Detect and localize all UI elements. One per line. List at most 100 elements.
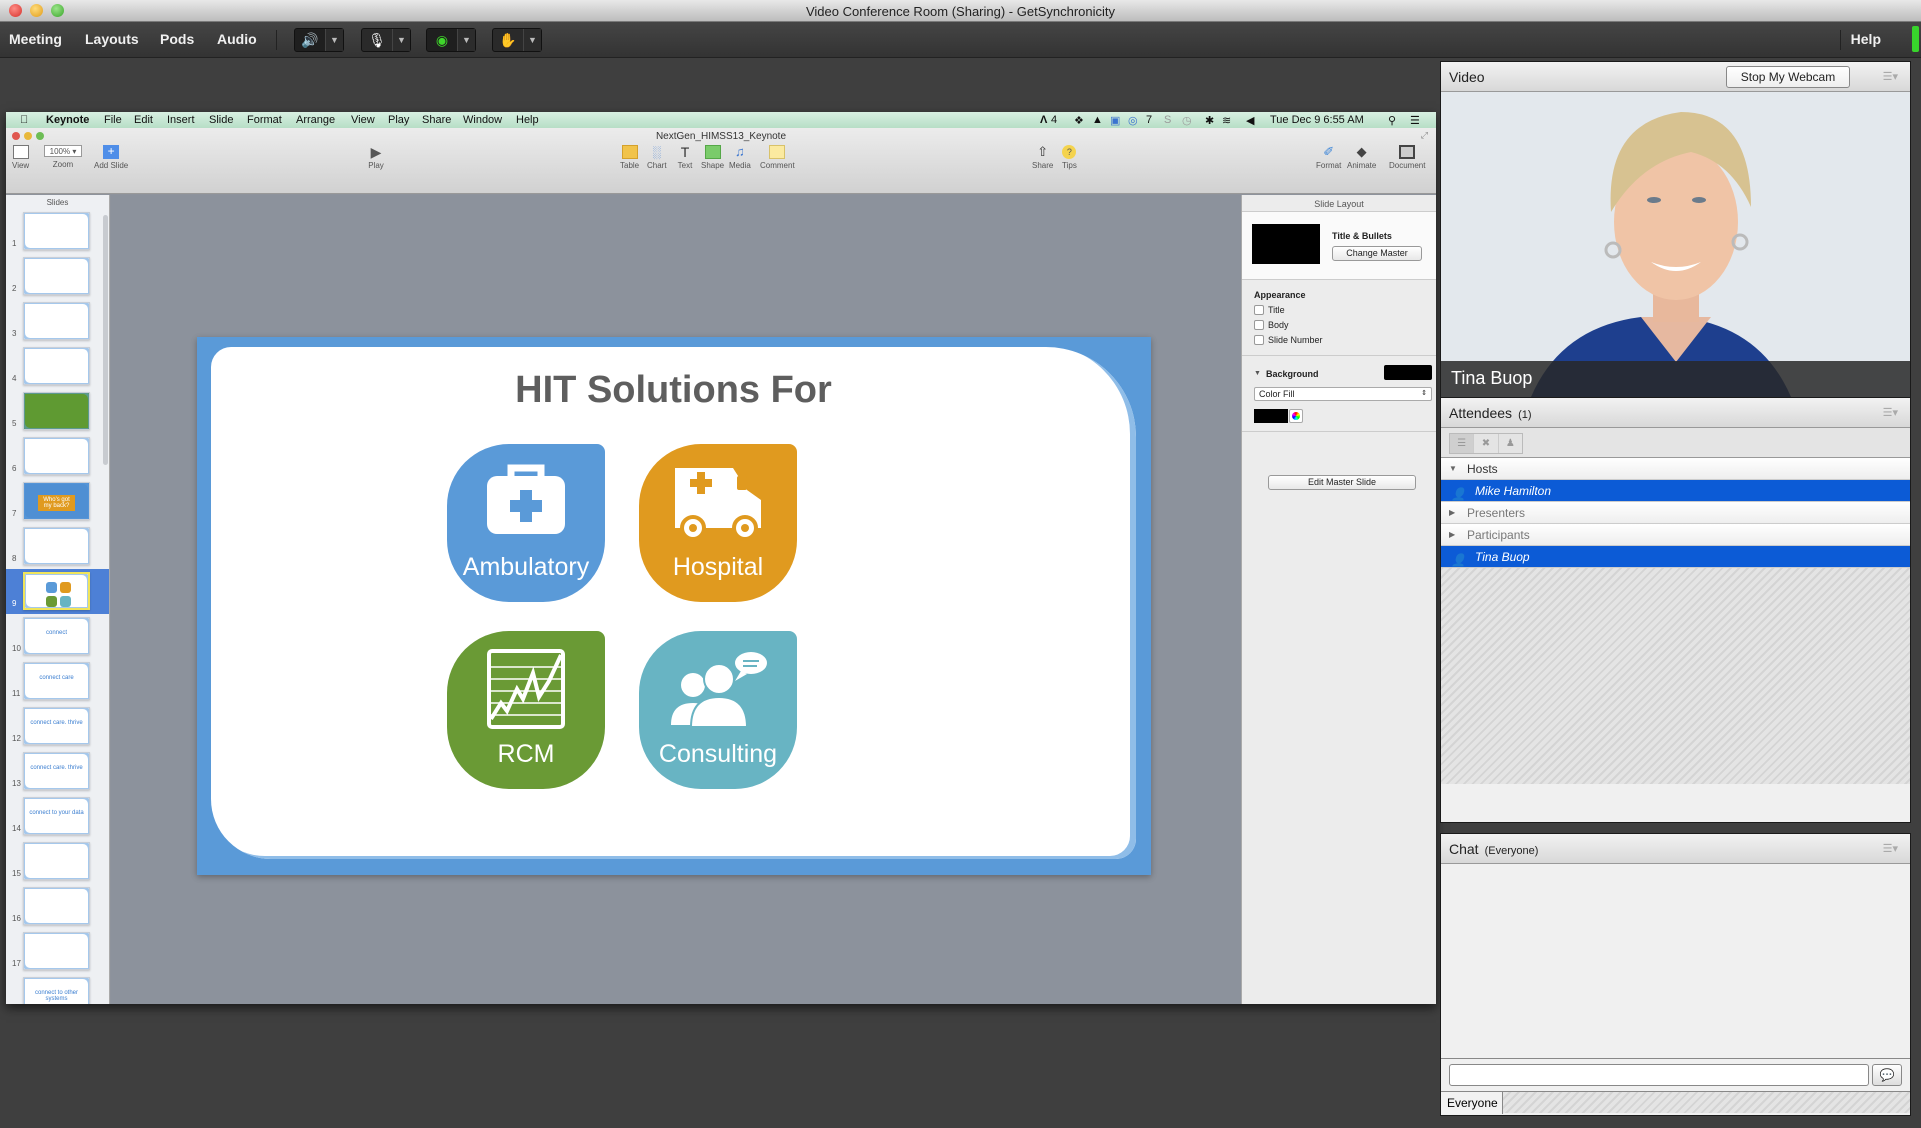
status-view-icon[interactable]: ♟ bbox=[1499, 434, 1522, 453]
mac-menu-help[interactable]: Help bbox=[516, 114, 539, 126]
pod-options-icon[interactable]: ☰▾ bbox=[1883, 70, 1898, 83]
media-button[interactable]: ♫ Media bbox=[729, 145, 751, 171]
format-button[interactable]: ✐ Format bbox=[1316, 145, 1341, 171]
slide-thumbnail[interactable] bbox=[23, 212, 90, 250]
menu-layouts[interactable]: Layouts bbox=[85, 31, 139, 47]
mac-menu-edit[interactable]: Edit bbox=[134, 114, 153, 126]
webcam-dropdown[interactable]: ▼ bbox=[457, 29, 475, 51]
slide-title[interactable]: HIT Solutions For bbox=[211, 369, 1136, 412]
fill-color-well[interactable] bbox=[1254, 409, 1288, 423]
body-checkbox[interactable]: Body bbox=[1254, 320, 1436, 330]
slide-thumbnail-row[interactable]: connect to other systems bbox=[6, 974, 109, 1004]
tile-ambulatory[interactable]: Ambulatory bbox=[447, 444, 605, 602]
slide-thumbnail[interactable] bbox=[23, 392, 90, 430]
slides-scrollbar[interactable] bbox=[103, 215, 108, 465]
slide-thumbnail[interactable] bbox=[23, 257, 90, 295]
slide-thumbnail[interactable]: Who's got my back? bbox=[23, 482, 90, 520]
attendee-group-row[interactable]: ▶ Participants bbox=[1441, 524, 1910, 546]
document-button[interactable]: Document bbox=[1389, 145, 1425, 170]
spotlight-icon[interactable]: ⚲ bbox=[1388, 114, 1396, 127]
slide-thumbnail-row[interactable]: 2 bbox=[6, 254, 109, 299]
comment-button[interactable]: Comment bbox=[760, 145, 795, 170]
slide-thumbnail[interactable]: connect care. thrive bbox=[23, 707, 90, 745]
checkbox[interactable] bbox=[1254, 305, 1264, 315]
attendee-row[interactable]: 👤 Tina Buop bbox=[1441, 546, 1910, 568]
title-checkbox[interactable]: Title bbox=[1254, 305, 1436, 315]
slide-thumbnail-row[interactable]: 12 connect care. thrive bbox=[6, 704, 109, 749]
checkbox[interactable] bbox=[1254, 320, 1264, 330]
slide-thumbnail-row[interactable]: 1 bbox=[6, 209, 109, 254]
slide-thumbnail-row[interactable]: 4 bbox=[6, 344, 109, 389]
disclosure-triangle-icon[interactable]: ▼ bbox=[1254, 370, 1261, 377]
current-slide[interactable]: HIT Solutions For Ambulatory Hospital RC… bbox=[197, 337, 1151, 875]
clock-datetime[interactable]: Tue Dec 9 6:55 AM bbox=[1270, 114, 1364, 126]
chat-message-input[interactable] bbox=[1449, 1064, 1869, 1086]
tile-consulting[interactable]: Consulting bbox=[639, 631, 797, 789]
share-button[interactable]: ⇧ Share bbox=[1032, 145, 1053, 171]
send-message-button[interactable]: 💬 bbox=[1872, 1064, 1902, 1086]
play-button[interactable]: ▶ Play bbox=[368, 145, 384, 170]
edit-master-slide-button[interactable]: Edit Master Slide bbox=[1268, 475, 1416, 490]
chart-button[interactable]: ░ Chart bbox=[647, 145, 667, 170]
pod-options-icon[interactable]: ☰▾ bbox=[1883, 406, 1898, 419]
pod-options-icon[interactable]: ☰▾ bbox=[1883, 842, 1898, 855]
mac-menu-insert[interactable]: Insert bbox=[167, 114, 195, 126]
breakout-view-icon[interactable]: ✖ bbox=[1474, 434, 1499, 453]
mac-menu-share[interactable]: Share bbox=[422, 114, 451, 126]
slide-thumbnail[interactable] bbox=[23, 932, 90, 970]
mac-menu-play[interactable]: Play bbox=[388, 114, 409, 126]
attendee-group-row[interactable]: ▶ Presenters bbox=[1441, 502, 1910, 524]
mac-menu-format[interactable]: Format bbox=[247, 114, 282, 126]
speaker-control[interactable]: 🔊 ▼ bbox=[294, 28, 344, 52]
slide-thumbnail[interactable] bbox=[23, 302, 90, 340]
slide-number-checkbox[interactable]: Slide Number bbox=[1254, 335, 1436, 345]
slide-thumbnail[interactable] bbox=[23, 527, 90, 565]
slide-thumbnail-row[interactable]: 13 connect care. thrive bbox=[6, 749, 109, 794]
microphone-dropdown[interactable]: ▼ bbox=[392, 29, 410, 51]
list-view-icon[interactable]: ☰ bbox=[1450, 434, 1475, 453]
microphone-icon[interactable]: 🎙 bbox=[362, 29, 392, 51]
slide-thumbnail[interactable]: connect bbox=[23, 617, 90, 655]
text-button[interactable]: T Text bbox=[677, 145, 693, 170]
raise-hand-control[interactable]: ✋ ▼ bbox=[492, 28, 542, 52]
raise-hand-icon[interactable]: ✋ bbox=[493, 29, 523, 51]
mac-menu-slide[interactable]: Slide bbox=[209, 114, 233, 126]
menu-pods[interactable]: Pods bbox=[160, 31, 194, 47]
slide-thumbnail-row[interactable]: 16 bbox=[6, 884, 109, 929]
shape-button[interactable]: Shape bbox=[701, 145, 724, 170]
background-color-well[interactable] bbox=[1384, 365, 1432, 380]
mac-menu-window[interactable]: Window bbox=[463, 114, 502, 126]
fullscreen-icon[interactable]: ⤢ bbox=[1421, 130, 1428, 141]
slide-thumbnail[interactable]: connect care. thrive bbox=[23, 752, 90, 790]
slide-thumbnail[interactable]: connect care bbox=[23, 662, 90, 700]
view-button[interactable]: View bbox=[12, 145, 29, 170]
collapse-triangle-icon[interactable]: ▶ bbox=[1449, 524, 1455, 546]
webcam-control[interactable]: ◉ ▼ bbox=[426, 28, 476, 52]
tips-button[interactable]: ? Tips bbox=[1062, 145, 1077, 170]
change-master-button[interactable]: Change Master bbox=[1332, 246, 1422, 261]
notification-center-icon[interactable]: ☰ bbox=[1410, 114, 1420, 127]
slide-thumbnail-row[interactable]: 15 bbox=[6, 839, 109, 884]
mac-menu-file[interactable]: File bbox=[104, 114, 122, 126]
color-wheel-button[interactable] bbox=[1289, 409, 1303, 423]
slide-thumbnail[interactable] bbox=[23, 572, 90, 610]
master-thumbnail[interactable] bbox=[1252, 224, 1320, 264]
tile-rcm[interactable]: RCM bbox=[447, 631, 605, 789]
webcam-icon[interactable]: ◉ bbox=[427, 29, 457, 51]
slide-thumbnail-row[interactable]: 14 connect to your data bbox=[6, 794, 109, 839]
slide-thumbnail[interactable] bbox=[23, 347, 90, 385]
slide-thumbnail[interactable] bbox=[23, 842, 90, 880]
slide-thumbnail-row[interactable]: 10 connect bbox=[6, 614, 109, 659]
speaker-icon[interactable]: 🔊 bbox=[295, 29, 325, 51]
menu-meeting[interactable]: Meeting bbox=[9, 31, 62, 47]
animate-button[interactable]: ◆ Animate bbox=[1347, 145, 1376, 171]
table-button[interactable]: Table bbox=[620, 145, 639, 170]
checkbox[interactable] bbox=[1254, 335, 1264, 345]
attendee-row[interactable]: 👤 Mike Hamilton bbox=[1441, 480, 1910, 502]
slide-thumbnail-row[interactable]: 17 bbox=[6, 929, 109, 974]
collapse-triangle-icon[interactable]: ▶ bbox=[1449, 502, 1455, 524]
slide-thumbnail[interactable]: connect to other systems bbox=[23, 977, 90, 1004]
add-slide-button[interactable]: + Add Slide bbox=[94, 145, 128, 171]
tile-hospital[interactable]: Hospital bbox=[639, 444, 797, 602]
mac-menu-keynote[interactable]: Keynote bbox=[46, 114, 89, 126]
